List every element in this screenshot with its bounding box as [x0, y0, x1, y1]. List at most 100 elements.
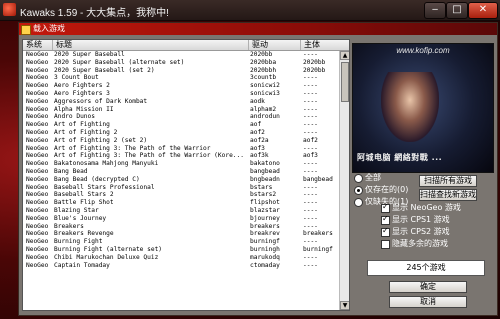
- row-system: NeoGeo: [26, 238, 49, 246]
- game-row[interactable]: NeoGeo Burning Fight (alternate set) burni…: [23, 246, 339, 254]
- row-parent: ----: [303, 74, 318, 82]
- row-title: Baseball Stars 2: [54, 191, 114, 199]
- row-parent: bangbead: [303, 175, 333, 183]
- checkbox-box: [381, 202, 390, 213]
- row-parent: 2020bb: [303, 66, 326, 74]
- row-parent: breakers: [303, 230, 333, 238]
- maximize-button[interactable]: □: [446, 2, 468, 19]
- window-title: Kawaks 1.59 - 大大集点，我称中!: [20, 8, 169, 19]
- game-row[interactable]: NeoGeo Alpha Mission II alpham2 ----: [23, 106, 339, 114]
- scan-new-button[interactable]: 扫描查找新游戏: [419, 189, 477, 201]
- row-driver: bngbeadn: [250, 175, 280, 183]
- game-row[interactable]: NeoGeo Breakers Revenge breakrev breakers: [23, 230, 339, 238]
- column-title[interactable]: 标题: [53, 40, 249, 50]
- cancel-button[interactable]: 取消: [389, 296, 467, 308]
- load-game-dialog: 载入游戏 系统 标题 驱动 主体 NeoGeo 2020 Super Baseba…: [18, 22, 498, 316]
- row-driver: burningf: [250, 238, 280, 246]
- row-driver: androdun: [250, 113, 280, 121]
- column-system[interactable]: 系统: [23, 40, 53, 50]
- row-parent: ----: [303, 191, 318, 199]
- dialog-title-bar: 载入游戏: [19, 23, 497, 35]
- row-title: Bang Bead: [54, 167, 88, 175]
- radio-label: 全部: [365, 173, 381, 182]
- game-row[interactable]: NeoGeo Aero Fighters 2 sonicwi2 ----: [23, 82, 339, 90]
- row-driver: sonicwi3: [250, 89, 280, 97]
- row-system: NeoGeo: [26, 160, 49, 168]
- game-row[interactable]: NeoGeo Chibi Marukochan Deluxe Quiz maruko…: [23, 254, 339, 262]
- game-row[interactable]: NeoGeo Art of Fighting aof ----: [23, 121, 339, 129]
- scroll-down-icon[interactable]: ▼: [340, 301, 349, 310]
- row-parent: aof3: [303, 152, 318, 160]
- game-row[interactable]: NeoGeo Battle Flip Shot flipshot ----: [23, 199, 339, 207]
- game-row[interactable]: NeoGeo Bakatonosama Mahjong Manyuki bakato…: [23, 160, 339, 168]
- row-title: 2020 Super Baseball (set 2): [54, 66, 155, 74]
- minimize-button[interactable]: ‒: [424, 2, 446, 19]
- game-row[interactable]: NeoGeo Aero Fighters 3 sonicwi3 ----: [23, 90, 339, 98]
- row-parent: ----: [303, 82, 318, 90]
- game-row[interactable]: NeoGeo Baseball Stars Professional bstars -…: [23, 184, 339, 192]
- list-scrollbar[interactable]: ▲ ▼: [339, 51, 349, 310]
- game-row[interactable]: NeoGeo Blue's Journey bjourney ----: [23, 215, 339, 223]
- checkbox-label: 隐藏多余的游戏: [392, 239, 448, 248]
- checkbox-box: [381, 214, 390, 225]
- row-system: NeoGeo: [26, 144, 49, 152]
- scroll-thumb[interactable]: [341, 62, 349, 102]
- row-system: NeoGeo: [26, 113, 49, 121]
- game-list[interactable]: 系统 标题 驱动 主体 NeoGeo 2020 Super Baseball 202…: [22, 39, 350, 311]
- game-row[interactable]: NeoGeo Breakers breakers ----: [23, 223, 339, 231]
- row-driver: bangbead: [250, 167, 280, 175]
- row-parent: ----: [303, 214, 318, 222]
- radio-label: 仅存在的(0): [365, 185, 409, 194]
- row-system: NeoGeo: [26, 199, 49, 207]
- game-row[interactable]: NeoGeo Burning Fight burningf ----: [23, 238, 339, 246]
- game-row[interactable]: NeoGeo Art of Fighting 3: The Path of the…: [23, 145, 339, 153]
- row-title: Chibi Marukochan Deluxe Quiz: [54, 253, 159, 261]
- app-icon: [3, 3, 16, 16]
- row-parent: ----: [303, 89, 318, 97]
- row-parent: ----: [303, 121, 318, 129]
- row-system: NeoGeo: [26, 66, 49, 74]
- game-count: 245个游戏: [367, 260, 485, 276]
- game-row[interactable]: NeoGeo Art of Fighting 2 aof2 ----: [23, 129, 339, 137]
- column-parent[interactable]: 主体: [301, 40, 349, 50]
- row-parent: aof2: [303, 136, 318, 144]
- game-row[interactable]: NeoGeo Art of Fighting 3: The Path of the…: [23, 152, 339, 160]
- row-system: NeoGeo: [26, 51, 49, 58]
- row-title: Bang Bead (decrypted C): [54, 175, 140, 183]
- row-title: Battle Flip Shot: [54, 199, 114, 207]
- game-row[interactable]: NeoGeo 2020 Super Baseball 2020bb ----: [23, 51, 339, 59]
- game-row[interactable]: NeoGeo Bang Bead bangbead ----: [23, 168, 339, 176]
- row-title: 2020 Super Baseball (alternate set): [54, 58, 185, 66]
- game-row[interactable]: NeoGeo Baseball Stars 2 bstars2 ----: [23, 191, 339, 199]
- title-bar: Kawaks 1.59 - 大大集点，我称中! ‒ □ ✕: [0, 0, 500, 21]
- game-row[interactable]: NeoGeo 3 Count Bout 3countb ----: [23, 74, 339, 82]
- game-row[interactable]: NeoGeo Andro Dunos androdun ----: [23, 113, 339, 121]
- game-row[interactable]: NeoGeo 2020 Super Baseball (set 2) 2020bbh…: [23, 67, 339, 75]
- scan-all-button[interactable]: 扫描所有游戏: [419, 175, 477, 187]
- row-system: NeoGeo: [26, 230, 49, 238]
- row-driver: blazstar: [250, 206, 280, 214]
- row-title: Baseball Stars Professional: [54, 183, 155, 191]
- close-button[interactable]: ✕: [468, 2, 498, 19]
- row-driver: aof2a: [250, 136, 269, 144]
- scroll-up-icon[interactable]: ▲: [340, 51, 349, 60]
- row-title: Breakers: [54, 222, 84, 230]
- row-system: NeoGeo: [26, 89, 49, 97]
- row-system: NeoGeo: [26, 74, 49, 82]
- row-title: Art of Fighting 2: [54, 128, 118, 136]
- row-title: Aero Fighters 2: [54, 82, 110, 90]
- row-driver: 2020bbh: [250, 66, 277, 74]
- game-row[interactable]: NeoGeo Blazing Star blazstar ----: [23, 207, 339, 215]
- game-row[interactable]: NeoGeo Art of Fighting 2 (set 2) aof2a aof2: [23, 137, 339, 145]
- row-parent: ----: [303, 253, 318, 261]
- game-row[interactable]: NeoGeo Bang Bead (decrypted C) bngbeadn ban…: [23, 176, 339, 184]
- row-parent: ----: [303, 222, 318, 230]
- column-driver[interactable]: 驱动: [249, 40, 301, 50]
- row-system: NeoGeo: [26, 136, 49, 144]
- row-driver: breakers: [250, 222, 280, 230]
- game-row[interactable]: NeoGeo Aggressors of Dark Kombat aodk ----: [23, 98, 339, 106]
- game-row[interactable]: NeoGeo 2020 Super Baseball (alternate set…: [23, 59, 339, 67]
- ok-button[interactable]: 确定: [389, 281, 467, 293]
- row-driver: breakrev: [250, 230, 280, 238]
- game-row[interactable]: NeoGeo Captain Tomaday ctomaday ----: [23, 262, 339, 270]
